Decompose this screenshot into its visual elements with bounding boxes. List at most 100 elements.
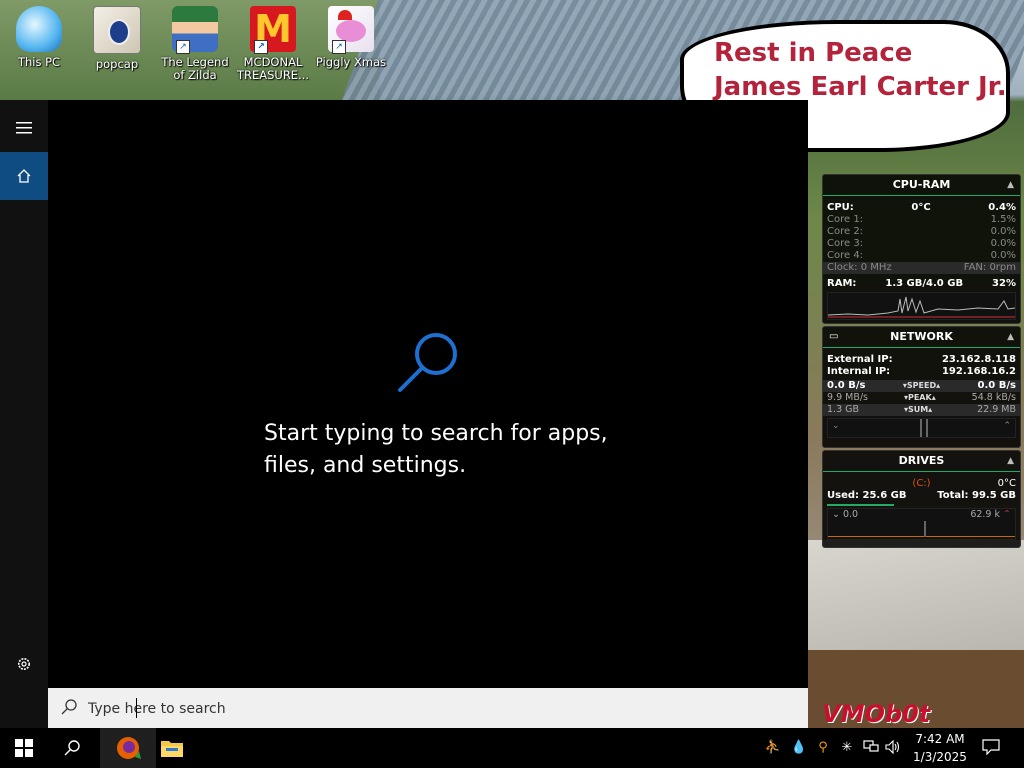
widget-title: NETWORK xyxy=(890,330,953,343)
search-hint-line-1: Start typing to search for apps, xyxy=(264,421,608,446)
desktop-icon-popcap[interactable]: popcap xyxy=(80,6,154,71)
home-icon xyxy=(17,169,31,183)
search-taskbar-button[interactable] xyxy=(48,728,96,768)
desktop-icon-mcdonal[interactable]: M ↗ MCDONAL TREASURE... xyxy=(236,6,310,82)
clock-fan-row: Clock: 0 MHz FAN: 0rpm xyxy=(823,262,1020,274)
search-hint-text: Start typing to search for apps, files, … xyxy=(264,418,608,482)
monitor-icon: ▭ xyxy=(829,331,839,342)
home-button[interactable] xyxy=(0,152,48,200)
collapse-icon[interactable]: ▲ xyxy=(1007,175,1014,195)
drive-read: ⌄ 0.0 xyxy=(832,509,859,520)
search-input[interactable] xyxy=(86,697,690,721)
notification-icon xyxy=(982,739,1000,755)
wallpaper-walkway xyxy=(808,540,1024,660)
cpu-row: CPU: 0°C 0.4% xyxy=(823,202,1020,214)
taskbar-search-box[interactable] xyxy=(48,688,808,728)
tray-droplet-icon[interactable]: 💧 xyxy=(790,738,808,756)
core-value: 1.5% xyxy=(990,214,1016,225)
ram-value: 1.3 GB/4.0 GB xyxy=(885,278,964,289)
file-explorer-taskbar-button[interactable] xyxy=(148,728,196,768)
drive-read-value: 0.0 xyxy=(842,509,859,520)
clock-date: 1/3/2025 xyxy=(913,750,967,764)
core-label: Core 3: xyxy=(827,238,864,249)
peak-row: 9.9 MB/s ▾PEAK▴ 54.8 kB/s xyxy=(823,392,1020,404)
internal-ip-value: 192.168.16.2 xyxy=(941,366,1016,377)
internal-ip-label: Internal IP: xyxy=(827,366,891,377)
desktop-icon-this-pc[interactable]: This PC xyxy=(2,6,76,69)
hamburger-icon xyxy=(16,122,32,134)
cpu-label: CPU: xyxy=(827,202,854,213)
tray-sparkle-icon[interactable]: ✳ xyxy=(838,738,856,756)
ram-percent: 32% xyxy=(992,278,1016,289)
speaker-icon xyxy=(885,740,900,754)
collapse-icon[interactable]: ▲ xyxy=(1007,327,1014,347)
tray-network-icon[interactable] xyxy=(862,738,880,756)
taskbar: ⛹ 💧 ⚲ ✳ 7:42 AM 1/3/2025 xyxy=(0,728,1024,768)
download-arrow-icon: ⌄ xyxy=(832,421,840,431)
search-icon xyxy=(61,699,77,715)
widget-header: DRIVES ▲ xyxy=(823,451,1020,472)
cpu-ram-widget: CPU-RAM ▲ CPU: 0°C 0.4% Core 1: 1.5% Cor… xyxy=(822,174,1021,324)
taskbar-clock[interactable]: 7:42 AM 1/3/2025 xyxy=(912,730,968,766)
search-icon xyxy=(64,740,80,756)
core-label: Core 1: xyxy=(827,214,864,225)
drive-temp: 0°C xyxy=(997,478,1016,489)
ram-graph-line xyxy=(827,296,1016,318)
folder-icon xyxy=(161,741,183,757)
this-pc-icon xyxy=(16,6,62,52)
desktop-icon-label: popcap xyxy=(95,57,139,71)
sum-label-wrap: ▾SUM▴ xyxy=(903,405,933,414)
shortcut-arrow-icon: ↗ xyxy=(254,40,268,54)
piggly-icon: ↗ xyxy=(328,6,374,54)
action-center-button[interactable] xyxy=(982,738,1000,756)
speed-label: SPEED xyxy=(906,381,937,390)
desktop-icon-piggly[interactable]: ↗ Piggly Xmas xyxy=(314,6,388,69)
watermark-text: VMOb0t xyxy=(822,700,931,728)
widget-title: DRIVES xyxy=(898,454,945,467)
network-graph: ⌄ ⌃ xyxy=(827,418,1016,438)
tray-search-tool-icon[interactable]: ⚲ xyxy=(814,738,832,756)
memorial-line-1: Rest in Peace xyxy=(714,38,913,68)
network-widget: ▭ NETWORK ▲ External IP: 23.162.8.118 In… xyxy=(822,326,1021,448)
hamburger-menu-button[interactable] xyxy=(0,104,48,152)
peak-label-wrap: ▾PEAK▴ xyxy=(903,393,936,402)
core-label: Core 4: xyxy=(827,250,864,261)
tray-volume-icon[interactable] xyxy=(884,738,902,756)
speed-label-wrap: ▾SPEED▴ xyxy=(902,381,941,390)
ram-row: RAM: 1.3 GB/4.0 GB 32% xyxy=(823,278,1020,290)
upload-arrow-icon: ⌃ xyxy=(1003,421,1011,431)
settings-button[interactable] xyxy=(0,640,48,688)
cpu-clock: Clock: 0 MHz xyxy=(827,262,892,273)
windows-logo-icon xyxy=(15,739,33,757)
desktop-icon-label: MCDONAL TREASURE... xyxy=(236,55,310,82)
peak-label: PEAK xyxy=(907,393,932,402)
speed-down: 0.0 B/s xyxy=(827,380,866,391)
drive-name-row: (C:) xyxy=(823,478,1020,490)
desktop-icon-label: The Legend of Zilda xyxy=(161,55,229,82)
external-ip-value: 23.162.8.118 xyxy=(941,354,1016,365)
drive-graph: ⌄ 0.0 62.9 k ⌃ xyxy=(827,508,1016,540)
widget-title: CPU-RAM xyxy=(892,178,951,191)
write-arrow-icon: ⌃ xyxy=(1003,509,1011,520)
desktop-icon-zilda[interactable]: ↗ The Legend of Zilda xyxy=(158,6,232,82)
core-value: 0.0% xyxy=(990,250,1016,261)
tray-network-user-icon[interactable]: ⛹ xyxy=(764,738,782,756)
cpu-value: 0.4% xyxy=(988,202,1016,213)
external-ip-label: External IP: xyxy=(827,354,893,365)
sum-up: 22.9 MB xyxy=(977,404,1016,415)
drive-usage-row: Used: 25.6 GB Total: 99.5 GB xyxy=(823,490,1020,502)
sum-label: SUM xyxy=(907,405,929,414)
start-button[interactable] xyxy=(0,728,48,768)
speed-up: 0.0 B/s xyxy=(977,380,1016,391)
peak-down: 9.9 MB/s xyxy=(827,392,868,403)
start-search-panel: Start typing to search for apps, files, … xyxy=(0,100,808,728)
drives-widget: DRIVES ▲ 0°C (C:) Used: 25.6 GB Total: 9… xyxy=(822,450,1021,548)
desktop-icon-label: Piggly Xmas xyxy=(315,55,387,69)
text-caret xyxy=(136,698,137,718)
fan-speed: FAN: 0rpm xyxy=(963,262,1016,273)
drive-used: Used: 25.6 GB xyxy=(827,490,907,501)
collapse-icon[interactable]: ▲ xyxy=(1007,451,1014,471)
external-ip-row: External IP: 23.162.8.118 xyxy=(823,354,1020,366)
sum-down: 1.3 GB xyxy=(827,404,860,415)
core-row: Core 2: 0.0% xyxy=(823,226,1020,238)
